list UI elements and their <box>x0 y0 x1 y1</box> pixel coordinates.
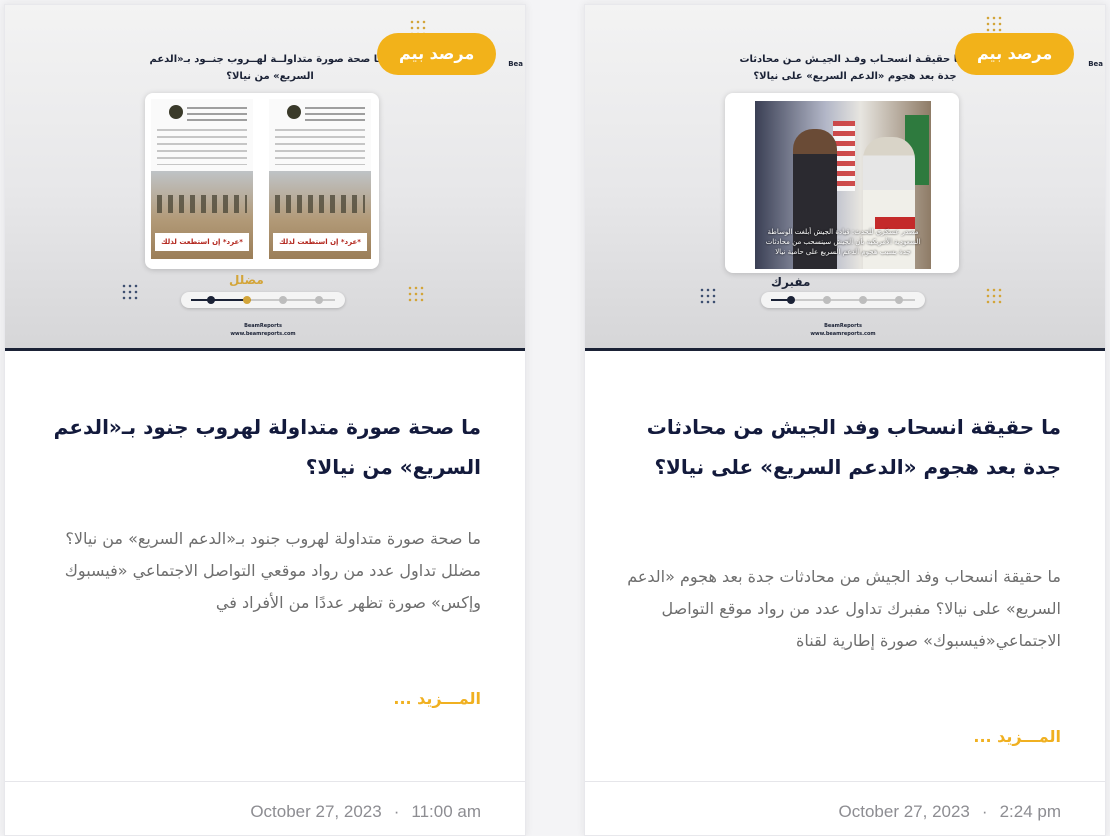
post-text <box>157 129 247 165</box>
news-photo-caption: مصدر عسكري للحدث: قيادة الجيش أبلغت الوس… <box>765 228 921 256</box>
post-photo-caption: *عرد* إن استطعت لذلك سبيلا <box>155 233 249 251</box>
brand-tag: Bea <box>1088 60 1103 68</box>
scale-point <box>895 296 903 304</box>
scale-point <box>859 296 867 304</box>
read-more-link[interactable]: المـــزيد ... <box>973 727 1061 746</box>
article-thumbnail[interactable]: Bea مــا صحة صورة متداولــة لهــروب جنــ… <box>5 5 525 351</box>
thumbnail-heading: مــا حقيقـة انسحـاب وفـد الجيـش مـن محاد… <box>739 54 971 82</box>
social-handle: BeamReports <box>824 323 862 329</box>
publish-date: October 27, 2023 <box>838 802 970 821</box>
scale-point-active <box>243 296 251 304</box>
article-meta: October 27, 2023 · 2:24 pm <box>839 802 1061 822</box>
post-photo: *عرد* إن استطعت لذلك سبيلا <box>269 171 371 259</box>
post-photo-caption: *عرد* إن استطعت لذلك سبيلا <box>273 233 367 251</box>
category-badge[interactable]: مرصد بيم <box>377 33 497 75</box>
dots-decoration <box>699 287 717 305</box>
publish-date: October 27, 2023 <box>250 802 382 821</box>
article-title[interactable]: ما حقيقة انسحاب وفد الجيش من محادثات جدة… <box>605 407 1061 487</box>
social-footer: BeamReports www.beamreports.com <box>793 322 893 338</box>
brand-tag: Bea <box>508 60 523 68</box>
article-excerpt: ما حقيقة انسحاب وفد الجيش من محادثات جدة… <box>627 567 1061 650</box>
social-post: *عرد* إن استطعت لذلك سبيلا <box>269 99 371 259</box>
post-meta <box>305 107 365 121</box>
post-photo: *عرد* إن استطعت لذلك سبيلا <box>151 171 253 259</box>
dots-decoration <box>985 15 1003 33</box>
post-text <box>275 129 365 165</box>
verdict-scale <box>181 292 345 308</box>
article-excerpt: ما صحة صورة متداولة لهروب جنود بـ«الدعم … <box>64 529 481 612</box>
publish-time: 2:24 pm <box>999 802 1061 821</box>
avatar <box>169 105 183 119</box>
social-site: www.beamreports.com <box>230 331 296 337</box>
social-footer: BeamReports www.beamreports.com <box>213 322 313 338</box>
scale-point <box>207 296 215 304</box>
news-photo: مصدر عسكري للحدث: قيادة الجيش أبلغت الوس… <box>755 101 931 269</box>
scale-point <box>315 296 323 304</box>
article-card[interactable]: Bea مــا حقيقـة انسحـاب وفـد الجيـش مـن … <box>584 4 1106 836</box>
thumbnail-heading: مــا صحة صورة متداولــة لهــروب جنــود ب… <box>149 54 391 82</box>
meta-separator: · <box>981 802 988 821</box>
article-meta: October 27, 2023 · 11:00 am <box>250 802 481 822</box>
article-title[interactable]: ما صحة صورة متداولة لهروب جنود بـ«الدعم … <box>25 407 481 487</box>
social-site: www.beamreports.com <box>810 331 876 337</box>
card-divider <box>585 781 1105 782</box>
dots-decoration <box>407 285 425 303</box>
meta-separator: · <box>393 802 400 821</box>
scale-point <box>279 296 287 304</box>
soldiers-image <box>275 195 365 213</box>
category-badge[interactable]: مرصد بيم <box>955 33 1075 75</box>
publish-time: 11:00 am <box>411 802 481 821</box>
article-card[interactable]: Bea مــا صحة صورة متداولــة لهــروب جنــ… <box>4 4 526 836</box>
social-handle: BeamReports <box>244 323 282 329</box>
scale-point-active <box>787 296 795 304</box>
screenshot-mockup: *عرد* إن استطعت لذلك سبيلا *عرد* إن استط… <box>145 93 379 269</box>
screenshot-mockup: مصدر عسكري للحدث: قيادة الجيش أبلغت الوس… <box>725 93 959 273</box>
soldiers-image <box>157 195 247 213</box>
verdict-label: مضلل <box>229 273 264 287</box>
scale-point <box>823 296 831 304</box>
social-post: *عرد* إن استطعت لذلك سبيلا <box>151 99 253 259</box>
verdict-scale <box>761 292 925 308</box>
post-meta <box>187 107 247 121</box>
read-more-link[interactable]: المـــزيد ... <box>393 689 481 708</box>
card-divider <box>5 781 525 782</box>
dots-decoration <box>985 287 1003 305</box>
scale-fill <box>191 299 251 301</box>
avatar <box>287 105 301 119</box>
verdict-label: مفبرك <box>771 275 811 289</box>
article-thumbnail[interactable]: Bea مــا حقيقـة انسحـاب وفـد الجيـش مـن … <box>585 5 1105 351</box>
dots-decoration <box>121 283 139 301</box>
